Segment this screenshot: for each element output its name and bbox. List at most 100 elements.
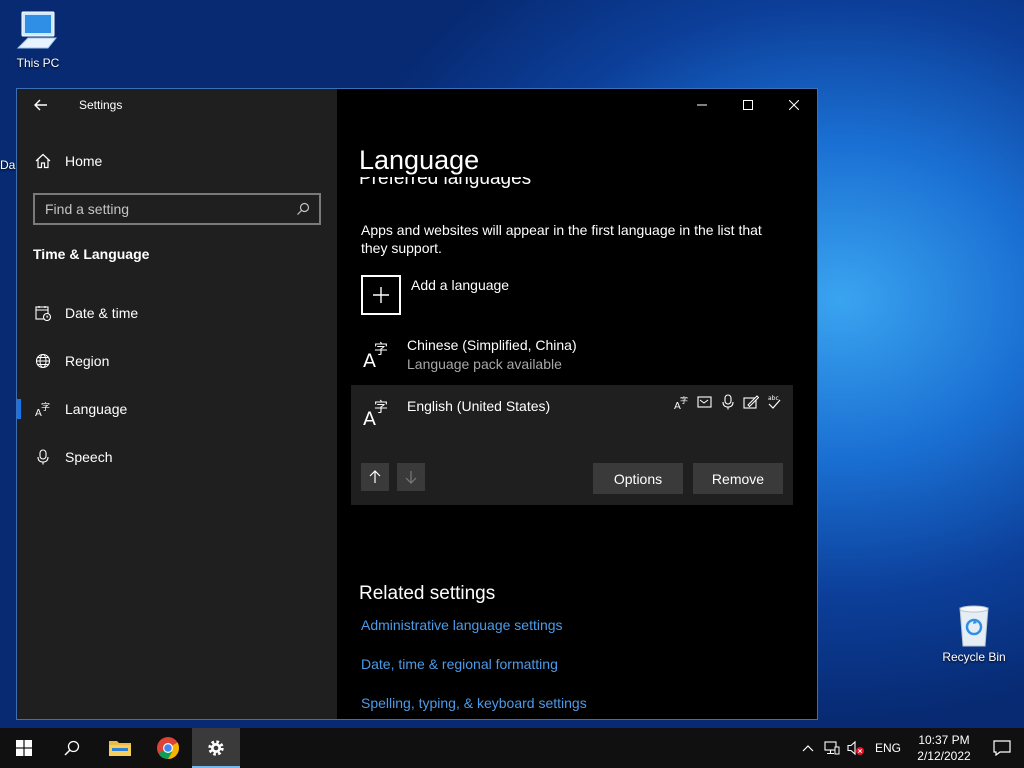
clock-date: 2/12/2022 bbox=[917, 749, 971, 763]
language-glyph-icon: A 字 bbox=[363, 400, 388, 427]
system-tray: ENG 10:37 PM 2/12/2022 bbox=[796, 728, 1024, 768]
globe-icon bbox=[35, 353, 51, 369]
arrow-up-icon bbox=[369, 470, 381, 483]
language-item-chinese[interactable]: A 字 Chinese (Simplified, China) Language… bbox=[351, 327, 793, 383]
notification-icon bbox=[993, 740, 1011, 756]
svg-text:字: 字 bbox=[41, 401, 50, 413]
windows-logo-icon bbox=[16, 740, 32, 756]
related-settings-heading: Related settings bbox=[359, 583, 496, 604]
sidebar-item-speech[interactable]: Speech bbox=[17, 437, 337, 477]
calendar-clock-icon bbox=[35, 306, 51, 321]
arrow-down-icon bbox=[405, 471, 417, 484]
microphone-icon bbox=[37, 449, 49, 465]
svg-text:字: 字 bbox=[374, 400, 388, 416]
add-language-button[interactable]: Add a language bbox=[361, 275, 509, 315]
page-title: Language bbox=[359, 145, 480, 175]
desktop-label-fragment: Da bbox=[0, 158, 16, 172]
options-button[interactable]: Options bbox=[593, 463, 683, 494]
section-title: Time & Language bbox=[33, 246, 150, 262]
sidebar-item-home[interactable]: Home bbox=[17, 141, 337, 181]
preferred-languages-description: Apps and websites will appear in the fir… bbox=[361, 222, 762, 256]
close-button[interactable] bbox=[771, 89, 817, 121]
plus-box bbox=[361, 275, 401, 315]
selection-indicator bbox=[17, 399, 21, 419]
start-button[interactable] bbox=[0, 728, 48, 768]
chrome-button[interactable] bbox=[144, 728, 192, 768]
sidebar-item-region[interactable]: Region bbox=[17, 341, 337, 381]
clock-time: 10:37 PM bbox=[918, 733, 970, 747]
action-center-button[interactable] bbox=[980, 728, 1024, 768]
recycle-bin-label: Recycle Bin bbox=[942, 650, 1006, 664]
computer-icon bbox=[16, 11, 58, 49]
input-language-indicator[interactable]: ENG bbox=[868, 728, 908, 768]
arrow-left-icon bbox=[34, 99, 47, 111]
move-down-button[interactable] bbox=[397, 463, 425, 491]
desktop-icon-this-pc[interactable]: This PC bbox=[0, 8, 76, 70]
search-icon bbox=[64, 740, 80, 756]
search-input[interactable] bbox=[45, 201, 285, 217]
home-icon bbox=[35, 153, 51, 169]
chrome-icon bbox=[157, 737, 179, 759]
display-language-icon: A 字 bbox=[674, 395, 688, 410]
sidebar-item-label: Region bbox=[65, 353, 110, 369]
maximize-icon bbox=[743, 100, 753, 110]
show-hidden-icons-button[interactable] bbox=[796, 728, 820, 768]
handwriting-icon bbox=[743, 395, 759, 409]
window-title: Settings bbox=[79, 98, 123, 112]
minimize-button[interactable] bbox=[679, 89, 725, 121]
text-to-speech-icon bbox=[697, 396, 712, 408]
search-taskbar-button[interactable] bbox=[48, 728, 96, 768]
svg-text:字: 字 bbox=[374, 342, 388, 358]
home-label: Home bbox=[65, 153, 103, 169]
taskbar: ENG 10:37 PM 2/12/2022 bbox=[0, 728, 1024, 768]
desktop-icon-recycle-bin[interactable]: Recycle Bin bbox=[936, 602, 1012, 664]
speech-recognition-icon bbox=[722, 394, 734, 410]
preferred-languages-heading: Preferred languages bbox=[359, 177, 531, 189]
link-spelling-typing-keyboard-settings[interactable]: Spelling, typing, & keyboard settings bbox=[361, 695, 587, 711]
settings-window: Settings Home Time & Language bbox=[16, 88, 818, 720]
volume-button[interactable] bbox=[844, 728, 868, 768]
settings-taskbar-button[interactable] bbox=[192, 728, 240, 768]
preferred-languages-heading-text: Preferred languages bbox=[359, 177, 532, 189]
title-bar: Settings bbox=[17, 89, 337, 121]
add-language-label: Add a language bbox=[411, 277, 510, 293]
main-content: Language Preferred languages Apps and we… bbox=[337, 89, 817, 719]
folder-icon bbox=[109, 741, 131, 756]
spell-check-icon: abc bbox=[768, 395, 781, 409]
language-feature-icons: A 字 abc bbox=[673, 393, 783, 411]
move-up-button[interactable] bbox=[361, 463, 389, 491]
caption-buttons bbox=[679, 89, 817, 121]
chevron-up-icon bbox=[802, 745, 814, 752]
volume-muted-icon bbox=[847, 740, 864, 756]
link-administrative-language-settings[interactable]: Administrative language settings bbox=[361, 617, 563, 633]
remove-button[interactable]: Remove bbox=[693, 463, 783, 494]
svg-text:字: 字 bbox=[680, 395, 688, 405]
minimize-icon bbox=[697, 104, 707, 106]
plus-icon bbox=[373, 287, 389, 303]
sidebar-item-label: Date & time bbox=[65, 305, 139, 321]
language-status: Language pack available bbox=[407, 356, 562, 372]
sidebar-item-label: Language bbox=[65, 401, 128, 417]
search-box[interactable] bbox=[33, 193, 321, 225]
file-explorer-button[interactable] bbox=[96, 728, 144, 768]
back-button[interactable] bbox=[17, 89, 65, 121]
maximize-button[interactable] bbox=[725, 89, 771, 121]
language-name: Chinese (Simplified, China) bbox=[407, 337, 577, 353]
search-icon[interactable] bbox=[296, 202, 310, 216]
svg-text:abc: abc bbox=[768, 395, 779, 402]
sidebar: Settings Home Time & Language bbox=[17, 89, 337, 719]
close-icon bbox=[789, 100, 799, 110]
recycle-bin-icon bbox=[959, 605, 989, 647]
language-item-english[interactable]: A 字 English (United States) A 字 abc Opti… bbox=[351, 385, 793, 505]
network-icon bbox=[824, 741, 840, 755]
sidebar-item-language[interactable]: A 字 Language bbox=[17, 389, 337, 429]
language-icon: A 字 bbox=[35, 401, 50, 417]
sidebar-item-date-time[interactable]: Date & time bbox=[17, 293, 337, 333]
network-button[interactable] bbox=[820, 728, 844, 768]
sidebar-item-label: Speech bbox=[65, 449, 113, 465]
gear-icon bbox=[208, 740, 224, 756]
clock[interactable]: 10:37 PM 2/12/2022 bbox=[908, 732, 980, 764]
link-date-time-regional-formatting[interactable]: Date, time & regional formatting bbox=[361, 656, 558, 672]
this-pc-label: This PC bbox=[16, 56, 60, 70]
language-glyph-icon: A 字 bbox=[363, 342, 388, 369]
